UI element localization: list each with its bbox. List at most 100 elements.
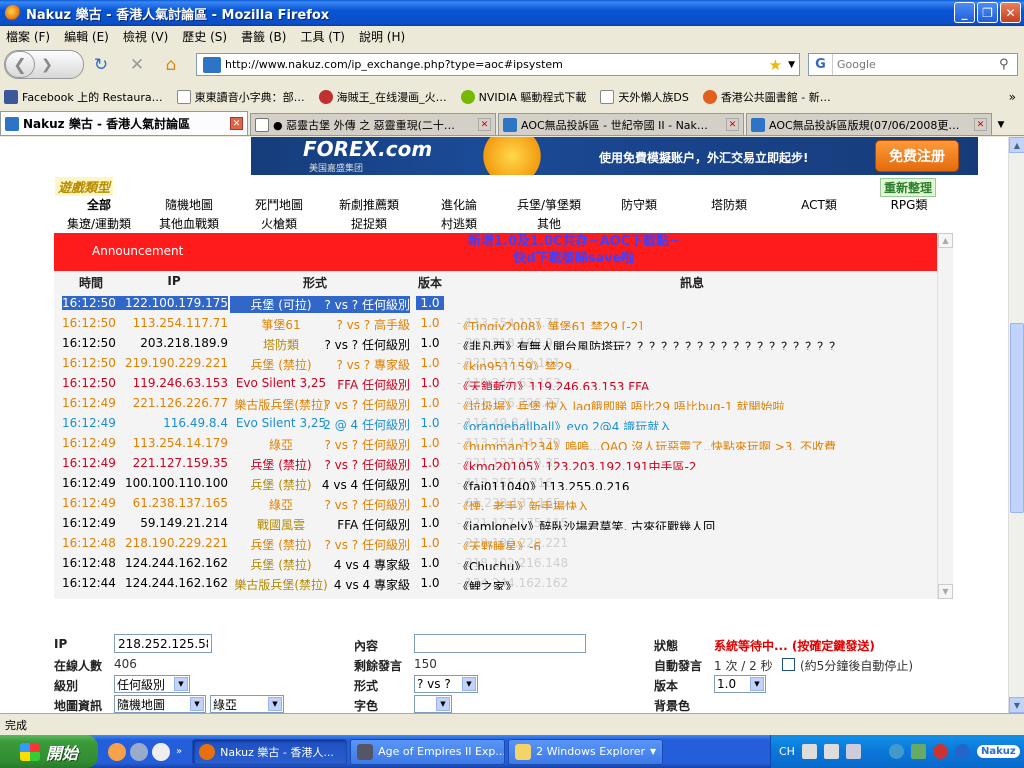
tab-aoc-complaints[interactable]: AOC無品投訴區 - 世紀帝國 II - Nak… ✕ (498, 113, 744, 135)
stop-icon[interactable]: ✕ (126, 55, 148, 75)
bookmark-item[interactable]: NVIDIA 驅動程式下載 (460, 89, 586, 105)
category-random-map[interactable]: 隨機地圖 (144, 196, 234, 213)
category-catch[interactable]: 捉捉類 (324, 215, 414, 232)
reload-icon[interactable]: ↻ (90, 55, 112, 75)
menu-history[interactable]: 歷史 (S) (182, 28, 227, 45)
taskbar-firefox[interactable]: Nakuz 樂古 - 香港人... (192, 738, 348, 765)
ime-icon[interactable] (801, 744, 817, 759)
back-button[interactable]: ❮ (5, 51, 35, 78)
bookmark-item[interactable]: 天外懶人族DS (600, 89, 689, 105)
menu-help[interactable]: 說明 (H) (359, 28, 405, 45)
table-scrollbar[interactable]: ▲ ▼ (937, 233, 953, 599)
autosend-checkbox[interactable] (782, 658, 795, 671)
restore-button[interactable]: ❐ (977, 2, 998, 23)
search-bar[interactable]: G ⚲ (808, 53, 1018, 76)
bookmark-star-icon[interactable]: ★ (769, 56, 782, 74)
help-icon[interactable] (823, 744, 839, 759)
forward-button[interactable]: ❯ (35, 57, 59, 73)
volume-icon[interactable] (954, 744, 970, 759)
form-select[interactable]: ? vs ? ▼ (414, 675, 478, 693)
table-row[interactable]: 16:12:50 219.190.229.221 兵堡 (禁拉) ? vs ? 專家級… (54, 354, 937, 374)
table-row[interactable]: 16:12:49 100.100.110.100 兵堡 (禁拉) 4 vs 4 任何級… (54, 474, 937, 494)
start-button[interactable]: 開始 (0, 735, 98, 768)
category-evolution[interactable]: 進化論 (414, 196, 504, 213)
language-indicator[interactable]: CH (779, 745, 795, 758)
app-icon[interactable] (130, 742, 148, 761)
table-row[interactable]: 16:12:50 122.100.179.175 兵堡 (可拉)? vs ? 任何級… (54, 294, 937, 314)
forex-ad-banner[interactable]: FOREX.com 美国嘉盛集团 使用免費模擬账户，外汇交易立即起步! 免费注册 (251, 137, 978, 175)
google-engine-icon[interactable]: G (809, 54, 833, 75)
category-new-recommend[interactable]: 新劇推薦類 (324, 196, 414, 213)
taskbar-aoe[interactable]: Age of Empires II Exp... (350, 738, 506, 765)
ad-register-button[interactable]: 免费注册 (875, 140, 959, 172)
scroll-up-icon[interactable]: ▲ (938, 233, 953, 248)
close-button[interactable]: ✕ (1000, 2, 1021, 23)
table-row[interactable]: 16:12:49 221.127.159.35 兵堡 (禁拉) ? vs ? 任何級別… (54, 454, 937, 474)
tab-close-icon[interactable]: ✕ (974, 118, 987, 131)
menu-file[interactable]: 檔案 (F) (6, 28, 50, 45)
bookmark-item[interactable]: 海賊王_在线漫画_火… (318, 89, 447, 105)
map-select[interactable]: 隨機地圖 ▼ (114, 695, 206, 713)
url-bar[interactable]: http://www.nakuz.com/ip_exchange.php?typ… (196, 53, 800, 76)
tab-close-icon[interactable]: ✕ (230, 117, 243, 130)
level-select[interactable]: 任何級別 ▼ (114, 675, 190, 693)
category-other-battle[interactable]: 其他血戰類 (144, 215, 234, 232)
category-defense[interactable]: 防守類 (594, 196, 684, 213)
version-select[interactable]: 1.0 ▼ (714, 675, 766, 693)
table-row[interactable]: 16:12:44 124.244.162.162 樂古版兵堡(禁拉) 4 vs 4 專… (54, 574, 937, 594)
category-all[interactable]: 全部 (54, 196, 144, 213)
menu-view[interactable]: 檢視 (V) (123, 28, 168, 45)
category-rpg[interactable]: RPG類 (864, 196, 954, 213)
category-sports[interactable]: 集遼/運動類 (54, 215, 144, 232)
refresh-button[interactable]: 重新整理 (880, 178, 937, 197)
table-row[interactable]: 16:12:50 113.254.117.71 箏堡61 ? vs ? 高手級 1.0 《… (54, 314, 937, 334)
table-row[interactable]: 16:12:49 113.254.14.179 綠亞 ? vs ? 任何級別 1.0 《h… (54, 434, 937, 454)
url-text[interactable]: http://www.nakuz.com/ip_exchange.php?typ… (225, 58, 769, 71)
bookmark-item[interactable]: Facebook 上的 Restaura… (4, 89, 163, 105)
bookmark-item[interactable]: 香港公共圖書館 - 新… (702, 89, 831, 105)
tab-close-icon[interactable]: ✕ (726, 118, 739, 131)
media-icon[interactable] (152, 742, 170, 761)
category-other[interactable]: 其他 (504, 215, 594, 232)
tab-list-dropdown-icon[interactable]: ▼ (994, 120, 1008, 130)
map-sub-select[interactable]: 綠亞 ▼ (210, 695, 284, 713)
antivirus-icon[interactable] (932, 744, 948, 759)
scroll-down-icon[interactable]: ▼ (1009, 697, 1024, 713)
category-castle[interactable]: 兵堡/箏堡類 (504, 196, 594, 213)
menu-edit[interactable]: 編輯 (E) (64, 28, 109, 45)
url-dropdown-icon[interactable]: ▼ (788, 60, 795, 70)
nakuz-tray-icon[interactable]: Nakuz (976, 745, 1020, 758)
search-icon[interactable]: ⚲ (999, 57, 1017, 72)
ip-field[interactable] (114, 634, 212, 653)
table-row[interactable]: 16:12:48 218.190.229.221 兵堡 (禁拉) ? vs ? 任何級… (54, 534, 937, 554)
tab-resident-evil[interactable]: ● 惡靈古堡 外傳 之 惡靈重現(二十… ✕ (250, 113, 496, 135)
minimize-button[interactable]: _ (954, 2, 975, 23)
category-tower-defense[interactable]: 塔防類 (684, 196, 774, 213)
scroll-down-icon[interactable]: ▼ (938, 584, 953, 599)
page-scrollbar[interactable]: ▲ ▼ (1008, 137, 1024, 713)
scroll-thumb[interactable] (1010, 323, 1024, 513)
content-input[interactable] (414, 634, 586, 653)
table-row[interactable]: 16:12:48 124.244.162.162 兵堡 (禁拉) 4 vs 4 專家級… (54, 554, 937, 574)
scroll-up-icon[interactable]: ▲ (1009, 137, 1024, 153)
category-act[interactable]: ACT類 (774, 196, 864, 213)
bookmarks-more-icon[interactable]: » (1009, 90, 1016, 104)
table-row[interactable]: 16:12:50 119.246.63.153 Evo Silent 3,25 FFA… (54, 374, 937, 394)
quick-launch-more-icon[interactable]: » (176, 746, 182, 757)
home-icon[interactable]: ⌂ (160, 55, 182, 75)
firefox-icon[interactable] (108, 742, 126, 761)
table-row[interactable]: 16:12:49 116.49.8.4 Evo Silent 3,25 2 @ 4 任… (54, 414, 937, 434)
back-arrow-icon[interactable] (888, 744, 904, 759)
security-icon[interactable] (910, 744, 926, 759)
tab-aoc-rules[interactable]: AOC無品投訴區版規(07/06/2008更… ✕ (746, 113, 992, 135)
category-deathmatch[interactable]: 死鬥地圖 (234, 196, 324, 213)
search-input[interactable] (833, 58, 999, 71)
table-row[interactable]: 16:12:50 203.218.189.9 塔防類 ? vs ? 任何級別 1.0 《非… (54, 334, 937, 354)
table-row[interactable]: 16:12:49 59.149.21.214 戰國風雲 FFA 任何級別 1.0 《iam… (54, 514, 937, 534)
menu-bookmarks[interactable]: 書籤 (B) (241, 28, 286, 45)
tab-nakuz[interactable]: Nakuz 樂古 - 香港人氣討論區 ✕ (0, 111, 248, 135)
table-row[interactable]: 16:12:49 221.126.226.77 樂古版兵堡(禁拉)? vs ? 任何… (54, 394, 937, 414)
category-village-escape[interactable]: 村逃類 (414, 215, 504, 232)
taskbar-explorer[interactable]: 2 Windows Explorer ▼ (508, 738, 664, 765)
tab-close-icon[interactable]: ✕ (478, 118, 491, 131)
